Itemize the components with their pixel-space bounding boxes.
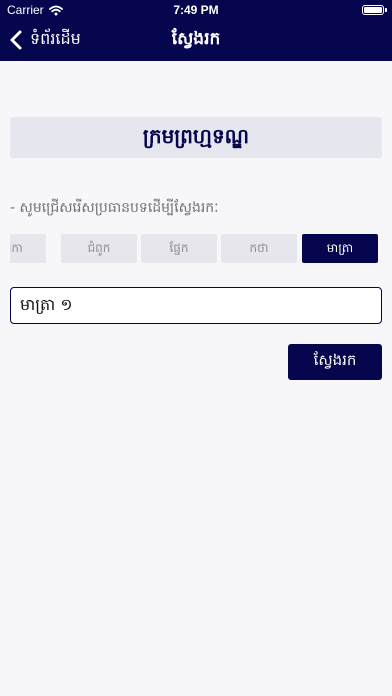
segment-chapter-index[interactable]: ាតិកា bbox=[10, 234, 46, 263]
segment-subsection[interactable]: កថា bbox=[221, 234, 297, 263]
banner-title: ក្រមព្រហ្មទណ្ឌ bbox=[142, 123, 250, 148]
search-input[interactable] bbox=[10, 287, 382, 324]
segment-chapter[interactable]: ជំពូក bbox=[61, 234, 137, 263]
battery-icon bbox=[362, 5, 387, 15]
search-button[interactable]: ស្វែងរក bbox=[288, 344, 382, 380]
code-title-banner: ក្រមព្រហ្មទណ្ឌ bbox=[10, 117, 382, 158]
segment-label: ផ្នែក bbox=[169, 240, 189, 255]
segment-label: ជំពូក bbox=[87, 240, 111, 255]
segment-article[interactable]: មាត្រា bbox=[302, 234, 378, 263]
nav-row: ទំព័រដើម ស្វែងរក bbox=[0, 20, 392, 61]
instruction-text: - សូមជ្រើសរើសប្រធានបទដើម្បីស្វែងរកៈ bbox=[10, 200, 219, 216]
search-button-label: ស្វែងរក bbox=[313, 351, 357, 369]
topic-segmented-control: ាតិកា ជំពូក ផ្នែក កថា មាត្រា bbox=[10, 234, 382, 263]
status-bar: Carrier 7:49 PM bbox=[0, 0, 392, 20]
segment-label: ាតិកា bbox=[10, 240, 23, 255]
clock: 7:49 PM bbox=[173, 3, 219, 17]
segment-label: កថា bbox=[249, 240, 269, 255]
segment-label: មាត្រា bbox=[326, 240, 354, 255]
navigation-bar: Carrier 7:49 PM ទំព័រដើម ស្វែងរក bbox=[0, 0, 392, 61]
page-title: ស្វែងរក bbox=[171, 29, 221, 49]
segment-section[interactable]: ផ្នែក bbox=[141, 234, 217, 263]
